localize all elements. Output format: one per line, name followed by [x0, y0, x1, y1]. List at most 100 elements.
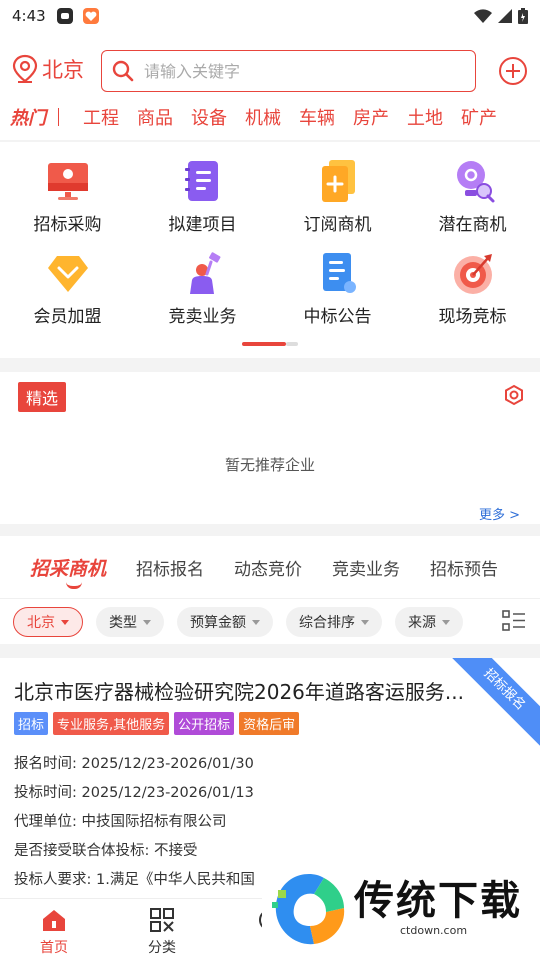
menu-label: 招标采购	[33, 215, 102, 235]
nav-home[interactable]: 首页	[0, 907, 108, 957]
nav-label: 分类	[148, 940, 176, 956]
target-icon	[453, 254, 492, 294]
grid-icon	[150, 908, 174, 932]
hot-label: 热门	[10, 108, 46, 129]
filter-label: 预算金额	[190, 615, 246, 631]
filter-type[interactable]: 类型	[96, 607, 164, 637]
menu-item-winning-bid-notice[interactable]: 中标公告	[270, 250, 405, 327]
document-icon	[322, 253, 356, 293]
filter-label: 来源	[408, 615, 436, 631]
city-selector[interactable]: 北京	[12, 54, 84, 84]
watermark-url: ctdown.com	[400, 924, 468, 937]
page-indicator-inactive	[286, 342, 298, 346]
category-goods[interactable]: 商品	[137, 104, 173, 130]
menu-item-proposed-projects[interactable]: 拟建项目	[135, 158, 270, 235]
filter-budget[interactable]: 预算金额	[177, 607, 273, 637]
registration-time: 报名时间: 2025/12/23-2026/01/30	[14, 756, 254, 772]
diamond-icon	[47, 256, 88, 292]
category-machinery[interactable]: 机械	[245, 104, 281, 130]
filter-city[interactable]: 北京	[13, 607, 83, 637]
menu-label: 现场竞标	[438, 307, 507, 327]
search-input[interactable]	[144, 61, 444, 81]
battery-icon	[518, 8, 528, 24]
tag-category: 专业服务,其他服务	[53, 712, 170, 735]
category-real-estate[interactable]: 房产	[353, 104, 389, 130]
watermark-text: 传统下载	[354, 878, 522, 924]
page-indicator	[242, 342, 298, 346]
tab-brand-active[interactable]: 招采商机	[30, 554, 106, 589]
filter-label: 北京	[27, 615, 55, 631]
lightbulb-icon	[456, 161, 494, 203]
menu-label: 拟建项目	[168, 215, 237, 235]
settings-hexagon-icon[interactable]	[503, 384, 525, 406]
city-label: 北京	[42, 58, 84, 82]
list-view-icon[interactable]	[502, 610, 526, 632]
dropdown-arrow-icon	[143, 619, 151, 625]
category-equipment[interactable]: 设备	[191, 104, 227, 130]
card-tags: 招标 专业服务,其他服务 公开招标 资格后审	[14, 712, 300, 735]
opportunity-tabs: 招采商机 招标报名 动态竞价 竞卖业务 招标预告	[0, 536, 540, 598]
menu-item-onsite-bidding[interactable]: 现场竞标	[405, 250, 540, 327]
nav-label: 首页	[40, 940, 68, 956]
page-indicator-active	[242, 342, 286, 346]
featured-section: 精选 暂无推荐企业 更多 >	[0, 372, 540, 524]
menu-label: 竞卖业务	[168, 307, 237, 327]
nav-categories[interactable]: 分类	[108, 907, 216, 957]
category-engineering[interactable]: 工程	[83, 104, 119, 130]
home-icon	[43, 910, 65, 931]
menu-label: 会员加盟	[33, 307, 102, 327]
bidder-requirements: 投标人要求: 1.满足《中华人民共和国	[14, 872, 255, 888]
filter-bar: 北京 类型 预算金额 综合排序 来源	[0, 598, 540, 644]
agent-unit: 代理单位: 中技国际招标有限公司	[14, 814, 227, 830]
menu-label: 中标公告	[303, 307, 372, 327]
tab-auction-business[interactable]: 竞卖业务	[332, 555, 400, 580]
category-land[interactable]: 土地	[407, 104, 443, 130]
category-minerals[interactable]: 矿产	[461, 104, 497, 130]
featured-badge: 精选	[18, 382, 67, 412]
search-bar[interactable]	[101, 50, 476, 92]
filter-label: 类型	[109, 615, 137, 631]
dropdown-arrow-icon	[61, 619, 69, 625]
bidding-time: 投标时间: 2025/12/23-2026/01/13	[14, 785, 254, 801]
header: 北京 热门 工程 商品 设备 机械 车辆 房产 土地 矿产	[0, 32, 540, 140]
tab-bid-preview[interactable]: 招标预告	[430, 555, 498, 580]
category-vehicles[interactable]: 车辆	[299, 104, 335, 130]
menu-label: 订阅商机	[303, 215, 372, 235]
location-pin-icon	[12, 54, 38, 83]
dropdown-arrow-icon	[252, 619, 260, 625]
auction-icon	[189, 252, 220, 294]
notebook-icon	[184, 161, 218, 201]
tag-review: 资格后审	[239, 712, 300, 735]
more-link[interactable]: 更多 >	[479, 504, 520, 523]
feature-grid: 招标采购 拟建项目 订阅商机 潜在商机 会员加盟 竞卖业务 中标公告 现场竞标	[0, 142, 540, 358]
menu-item-bidding-procurement[interactable]: 招标采购	[0, 158, 135, 235]
plus-doc-icon	[321, 160, 355, 202]
tag-method: 公开招标	[174, 712, 235, 735]
status-time: 4:43	[12, 7, 46, 25]
add-icon[interactable]	[498, 56, 528, 86]
tab-bid-registration[interactable]: 招标报名	[136, 555, 204, 580]
watermark: 传统下载 ctdown.com	[262, 862, 540, 960]
signal-icon	[498, 9, 512, 23]
menu-item-membership[interactable]: 会员加盟	[0, 250, 135, 327]
monitor-icon	[47, 163, 88, 200]
wifi-icon	[474, 9, 492, 23]
consortium-bidding: 是否接受联合体投标: 不接受	[14, 843, 198, 859]
card-title: 北京市医疗器械检验研究院2026年道路客运服务...	[14, 680, 464, 704]
empty-state-text: 暂无推荐企业	[224, 456, 315, 474]
menu-item-potential-opportunities[interactable]: 潜在商机	[405, 158, 540, 235]
heart-app-icon	[82, 8, 99, 24]
search-icon	[112, 60, 134, 82]
tab-dynamic-bidding[interactable]: 动态竞价	[234, 555, 302, 580]
tag-type: 招标	[14, 712, 49, 735]
card-details: 报名时间: 2025/12/23-2026/01/30 投标时间: 2025/1…	[14, 754, 255, 898]
menu-item-auction-business[interactable]: 竞卖业务	[135, 250, 270, 327]
watermark-logo-icon	[272, 874, 345, 945]
filter-sort[interactable]: 综合排序	[286, 607, 382, 637]
filter-source[interactable]: 来源	[395, 607, 463, 637]
dropdown-arrow-icon	[442, 619, 450, 625]
menu-label: 潜在商机	[438, 215, 507, 235]
divider	[58, 108, 59, 126]
status-bar: 4:43	[0, 0, 540, 32]
menu-item-subscribe-opportunities[interactable]: 订阅商机	[270, 158, 405, 235]
